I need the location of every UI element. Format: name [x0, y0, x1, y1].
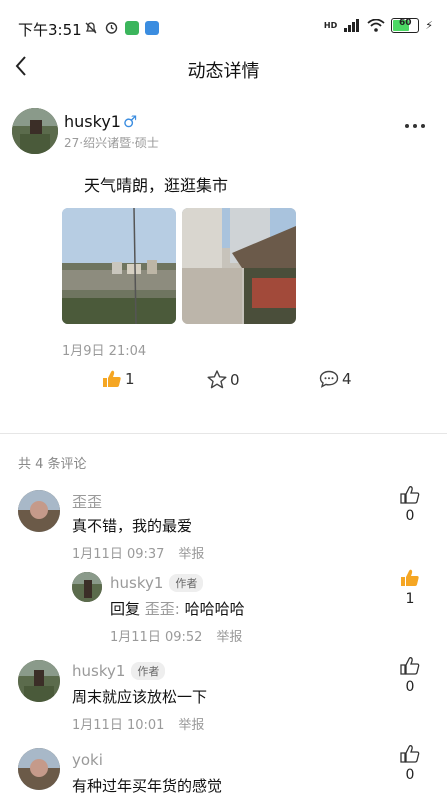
comment-like-count: 0 — [405, 679, 415, 695]
battery-level: 60 — [399, 18, 412, 28]
reply-text: 哈哈哈哈 — [184, 600, 245, 618]
male-gender-icon: ♂ — [122, 112, 138, 131]
comment-like-button[interactable]: 0 — [398, 745, 422, 783]
post-author-name-row[interactable]: husky1 ♂ — [64, 112, 137, 131]
author-tag: 作者 — [131, 662, 166, 680]
reply-meta: 1月11日 09:52 举报 — [110, 626, 256, 645]
app-notification-icon — [125, 20, 139, 35]
upload-notification-icon — [145, 20, 159, 35]
comment-time: 1月11日 09:37 — [72, 547, 165, 562]
comment-author-row[interactable]: yoki — [72, 751, 103, 769]
page-title: 动态详情 — [187, 61, 260, 82]
comment-text: 周末就应该放松一下 — [72, 688, 208, 706]
post-comment-count: 4 — [342, 370, 352, 388]
comment-author-name: yoki — [72, 751, 103, 769]
post-author-name: husky1 — [64, 112, 121, 131]
reply-author-name: husky1 — [110, 574, 164, 592]
more-options-button[interactable] — [404, 116, 426, 135]
status-right: HD 60 ⚡ — [324, 18, 433, 33]
reply-author-row[interactable]: husky1 作者 — [110, 574, 204, 592]
comment-author-row[interactable]: husky1 作者 — [72, 662, 166, 680]
comment-avatar[interactable] — [18, 490, 60, 532]
report-link[interactable]: 举报 — [178, 547, 204, 562]
comment-like-button[interactable]: 0 — [398, 486, 422, 524]
reply-prefix: 回复 — [110, 600, 141, 618]
reply-time: 1月11日 09:52 — [110, 630, 203, 645]
comment-avatar[interactable] — [18, 660, 60, 702]
thumbs-up-outline-icon — [400, 745, 420, 763]
post-comment-button[interactable]: 4 — [319, 370, 352, 388]
comment-meta: 1月11日 10:01 举报 — [72, 714, 218, 733]
post-favorite-count: 0 — [230, 370, 240, 389]
post-photo-2[interactable] — [182, 208, 296, 324]
comment-avatar[interactable] — [18, 748, 60, 790]
post-author-meta: 27·绍兴诸暨·硕士 — [64, 136, 159, 150]
post-photo-1[interactable] — [62, 208, 176, 324]
status-time: 下午3:51 — [18, 21, 82, 39]
post-like-button[interactable]: 1 — [102, 370, 135, 388]
author-tag: 作者 — [169, 574, 204, 592]
comment-like-count: 0 — [405, 508, 415, 524]
post-date: 1月9日 21:04 — [62, 344, 147, 359]
section-divider — [0, 433, 447, 434]
reply-like-button[interactable]: 1 — [398, 569, 422, 607]
wifi-icon — [367, 19, 385, 32]
star-outline-icon — [207, 370, 227, 389]
comment-meta: 1月11日 09:37 举报 — [72, 543, 218, 562]
signal-icon — [344, 19, 360, 32]
alarm-icon — [105, 22, 118, 34]
comment-like-button[interactable]: 0 — [398, 657, 422, 695]
comment-text: 真不错，我的最爱 — [72, 517, 193, 535]
reply-avatar[interactable] — [72, 572, 102, 602]
comment-bubble-icon — [319, 370, 339, 388]
comment-time: 1月11日 10:01 — [72, 718, 165, 733]
post-like-count: 1 — [125, 370, 135, 388]
post-author-avatar[interactable] — [12, 108, 58, 154]
thumbs-up-outline-icon — [400, 486, 420, 504]
comment-text: 有种过年买年货的感觉 — [72, 777, 223, 795]
mute-bell-icon — [85, 21, 97, 33]
comment-author-name: husky1 — [72, 662, 126, 680]
battery-icon: 60 — [391, 18, 420, 33]
status-notification-icons — [84, 20, 159, 35]
report-link[interactable]: 举报 — [178, 718, 204, 733]
post-favorite-button[interactable]: 0 — [207, 370, 240, 389]
network-label: HD — [323, 21, 338, 30]
post-text: 天气晴朗，逛逛集市 — [84, 176, 229, 195]
thumbs-up-outline-icon — [400, 657, 420, 675]
comment-author-name: 歪歪 — [72, 493, 103, 511]
charging-icon: ⚡ — [425, 19, 433, 32]
comment-like-count: 0 — [405, 767, 415, 783]
thumbs-up-filled-icon — [401, 569, 419, 586]
reply-to-name[interactable]: 歪歪: — [145, 600, 180, 618]
reply-like-count: 1 — [405, 591, 415, 607]
more-dots-icon — [405, 124, 425, 128]
comments-count-header: 共 4 条评论 — [18, 457, 87, 472]
thumbs-up-filled-icon — [103, 370, 121, 387]
comment-author-row[interactable]: 歪歪 — [72, 491, 102, 512]
report-link[interactable]: 举报 — [216, 630, 242, 645]
reply-text-row: 回复 歪歪: 哈哈哈哈 — [110, 598, 245, 619]
